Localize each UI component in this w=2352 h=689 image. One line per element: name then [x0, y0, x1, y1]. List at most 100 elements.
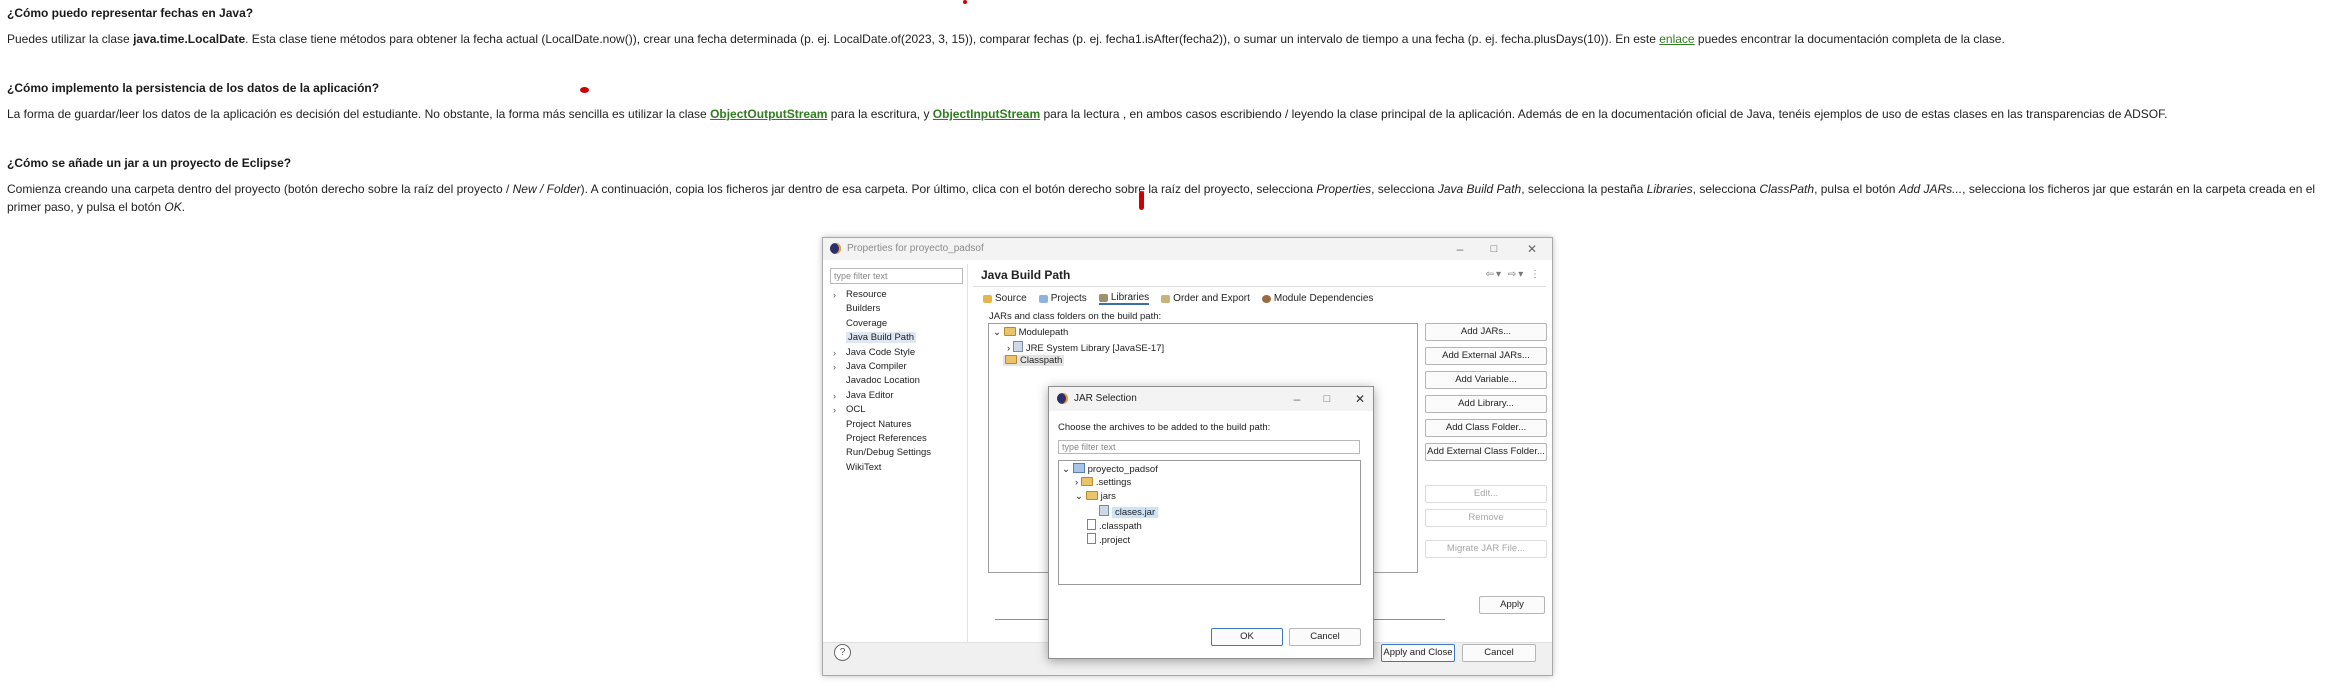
- jars-label: JARs and class folders on the build path…: [989, 311, 1162, 322]
- cancel-button[interactable]: Cancel: [1289, 628, 1361, 646]
- tree-item-java-code-style[interactable]: › Java Code Style: [830, 346, 980, 360]
- remove-button[interactable]: Remove: [1425, 509, 1547, 527]
- faq-answer: La forma de guardar/leer los datos de la…: [7, 107, 2168, 121]
- ok-button[interactable]: OK: [1211, 628, 1283, 646]
- chevron-right-icon: ›: [833, 290, 836, 300]
- apply-and-close-button[interactable]: Apply and Close: [1381, 644, 1455, 662]
- chevron-right-icon: ›: [1007, 343, 1011, 354]
- close-icon[interactable]: ✕: [1524, 241, 1540, 257]
- library-icon: [1012, 341, 1023, 352]
- file-icon: [1087, 533, 1096, 544]
- maximize-icon[interactable]: □: [1486, 241, 1502, 257]
- tree-item-java-build-path[interactable]: Java Build Path: [830, 331, 980, 345]
- archive-tree[interactable]: ⌄ proyecto_padsof › .settings ⌄ jars cla…: [1058, 460, 1361, 585]
- tree-node-project[interactable]: ⌄ proyecto_padsof: [1062, 463, 1158, 475]
- chevron-right-icon: ›: [833, 361, 836, 372]
- tree-node-jre[interactable]: › JRE System Library [JavaSE-17]: [1007, 341, 1164, 354]
- tree-node-classpath[interactable]: Classpath: [1003, 355, 1065, 366]
- project-icon: [1072, 463, 1085, 473]
- tree-node-project-file[interactable]: .project: [1087, 533, 1130, 546]
- minimize-icon[interactable]: –: [1289, 391, 1305, 407]
- faq-question: ¿Cómo puedo representar fechas en Java?: [7, 6, 254, 20]
- properties-tree: › Resource Builders Coverage Java Build P…: [830, 288, 980, 475]
- faq-section-dates: ¿Cómo puedo representar fechas en Java? …: [7, 4, 2343, 48]
- eclipse-icon: [830, 243, 841, 254]
- chevron-right-icon: ›: [833, 390, 836, 401]
- doc-link[interactable]: enlace: [1659, 32, 1694, 46]
- cancel-button[interactable]: Cancel: [1462, 644, 1536, 662]
- divider: [973, 286, 1546, 287]
- source-folder-icon: [983, 294, 992, 303]
- tab-order-and-export[interactable]: Order and Export: [1161, 292, 1250, 305]
- folder-icon: [1085, 491, 1098, 500]
- sash-divider[interactable]: [967, 264, 968, 642]
- tree-item-run-debug-settings[interactable]: Run/Debug Settings: [830, 446, 980, 460]
- history-nav-icon[interactable]: ⇦▾ ⇨▾ ⋮: [1486, 269, 1542, 280]
- faq-answer: Puedes utilizar la clase java.time.Local…: [7, 32, 2005, 46]
- tree-item-project-natures[interactable]: Project Natures: [830, 418, 980, 432]
- annotation-dot: [580, 87, 589, 93]
- build-path-tabs: Source Projects Libraries Order and Expo…: [983, 292, 1373, 305]
- tree-node-settings[interactable]: › .settings: [1075, 477, 1131, 488]
- help-button[interactable]: ?: [834, 644, 851, 661]
- tab-module-dependencies[interactable]: Module Dependencies: [1261, 292, 1373, 305]
- annotation-mark: [1139, 191, 1144, 210]
- filter-input[interactable]: type filter text: [830, 268, 963, 284]
- tree-item-builders[interactable]: Builders: [830, 302, 980, 316]
- tab-source[interactable]: Source: [983, 292, 1027, 305]
- tab-libraries[interactable]: Libraries: [1098, 292, 1150, 305]
- tree-node-jar-file[interactable]: clases.jar: [1099, 505, 1159, 518]
- add-library-button[interactable]: Add Library...: [1425, 395, 1547, 413]
- edit-button[interactable]: Edit...: [1425, 485, 1547, 503]
- tree-item-java-compiler[interactable]: › Java Compiler: [830, 360, 980, 374]
- window-titlebar[interactable]: Properties for proyecto_padsof – □ ✕: [823, 238, 1552, 260]
- tree-item-ocl[interactable]: › OCL: [830, 403, 980, 417]
- tree-node-jars[interactable]: ⌄ jars: [1075, 491, 1116, 502]
- tree-node-classpath-file[interactable]: .classpath: [1087, 519, 1142, 532]
- jar-icon: [1099, 505, 1109, 516]
- dialog-title: JAR Selection: [1074, 393, 1137, 404]
- chevron-right-icon: ›: [833, 405, 836, 416]
- tree-item-java-editor[interactable]: › Java Editor: [830, 389, 980, 403]
- minimize-icon[interactable]: –: [1452, 241, 1468, 257]
- maximize-icon[interactable]: □: [1319, 391, 1335, 407]
- module-icon: [1261, 294, 1271, 303]
- jar-selection-dialog: JAR Selection – □ ✕ Choose the archives …: [1048, 386, 1374, 659]
- page-title: Java Build Path: [981, 268, 1071, 282]
- tree-item-javadoc-location[interactable]: Javadoc Location: [830, 374, 980, 388]
- dialog-prompt: Choose the archives to be added to the b…: [1058, 422, 1271, 433]
- dialog-titlebar[interactable]: JAR Selection – □ ✕: [1049, 387, 1373, 411]
- tab-projects[interactable]: Projects: [1038, 292, 1087, 305]
- migrate-jar-button[interactable]: Migrate JAR File...: [1425, 540, 1547, 558]
- window-title: Properties for proyecto_padsof: [847, 243, 984, 254]
- annotation-dot: [963, 0, 967, 4]
- help-icon: ?: [834, 644, 851, 661]
- faq-question: ¿Cómo se añade un jar a un proyecto de E…: [7, 156, 292, 170]
- add-external-class-folder-button[interactable]: Add External Class Folder...: [1425, 443, 1547, 461]
- add-jars-button[interactable]: Add JARs...: [1425, 323, 1547, 341]
- close-icon[interactable]: ✕: [1352, 391, 1368, 407]
- file-icon: [1087, 519, 1096, 530]
- folder-icon: [1080, 477, 1093, 486]
- tree-item-resource[interactable]: › Resource: [830, 288, 980, 302]
- apply-button[interactable]: Apply: [1479, 596, 1545, 614]
- tree-item-project-references[interactable]: Project References: [830, 432, 980, 446]
- faq-question: ¿Cómo implemento la persistencia de los …: [7, 81, 380, 95]
- chevron-right-icon: ›: [833, 347, 836, 358]
- add-class-folder-button[interactable]: Add Class Folder...: [1425, 419, 1547, 437]
- order-icon: [1161, 294, 1171, 303]
- tree-node-modulepath[interactable]: ⌄ Modulepath: [993, 327, 1068, 338]
- objectoutputstream-link[interactable]: ObjectOutputStream: [710, 107, 827, 121]
- filter-input[interactable]: type filter text: [1058, 440, 1360, 454]
- tree-item-wikitext[interactable]: WikiText: [830, 461, 980, 475]
- add-variable-button[interactable]: Add Variable...: [1425, 371, 1547, 389]
- classpath-icon: [1005, 355, 1017, 364]
- objectinputstream-link[interactable]: ObjectInputStream: [933, 107, 1040, 121]
- add-external-jars-button[interactable]: Add External JARs...: [1425, 347, 1547, 365]
- chevron-down-icon: ⌄: [1075, 491, 1083, 502]
- faq-answer: Comienza creando una carpeta dentro del …: [7, 182, 2316, 214]
- faq-section-eclipse-jar: ¿Cómo se añade un jar a un proyecto de E…: [7, 154, 2343, 216]
- chevron-right-icon: ›: [1075, 477, 1079, 488]
- tree-item-coverage[interactable]: Coverage: [830, 317, 980, 331]
- library-icon: [1098, 293, 1108, 302]
